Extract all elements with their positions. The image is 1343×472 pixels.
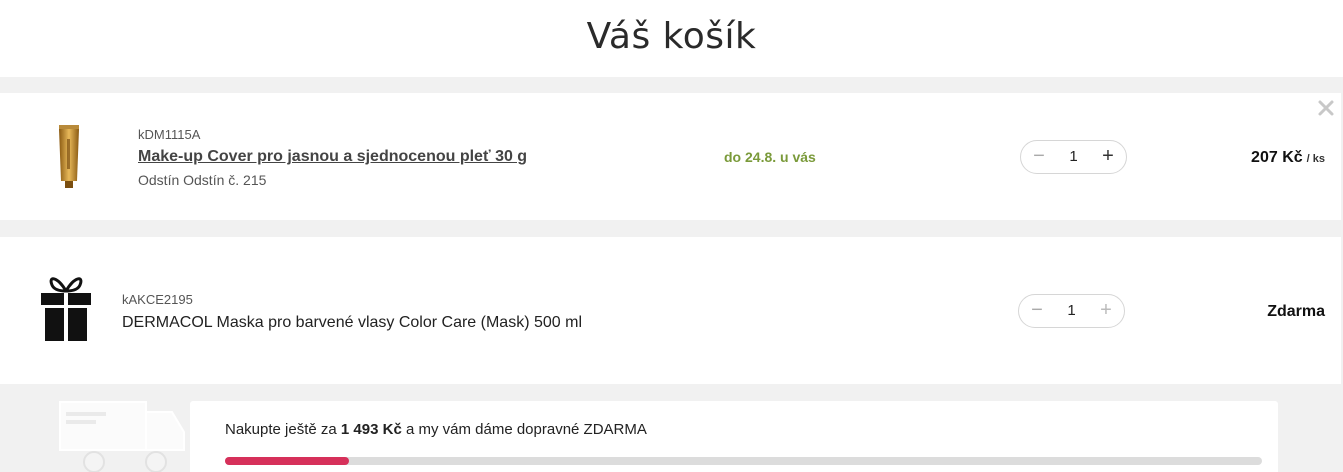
quantity-stepper: − + — [1020, 140, 1127, 174]
page-header: Váš košík — [0, 0, 1343, 77]
cart-item: kAKCE2195 DERMACOL Maska pro barvené vla… — [0, 237, 1341, 384]
progress-track — [225, 457, 1262, 465]
item-price: Zdarma — [1267, 303, 1325, 320]
product-code: kDM1115A — [138, 127, 201, 142]
page-title: Váš košík — [586, 16, 757, 57]
progress-fill — [225, 457, 350, 465]
free-shipping-message: Nakupte ještě za 1 493 Kč a my vám dáme … — [225, 421, 647, 438]
close-icon[interactable] — [1315, 97, 1337, 119]
product-name: DERMACOL Maska pro barvené vlasy Color C… — [122, 314, 582, 331]
cart-item: kDM1115A Make-up Cover pro jasnou a sjed… — [0, 93, 1341, 220]
makeup-tube-image[interactable] — [58, 125, 80, 194]
product-name-link[interactable]: Make-up Cover pro jasnou a sjednocenou p… — [138, 148, 527, 166]
message-prefix: Nakupte ještě za — [225, 421, 341, 438]
increase-button[interactable]: + — [1091, 295, 1121, 327]
free-shipping-progress: Nakupte ještě za 1 493 Kč a my vám dáme … — [190, 401, 1278, 472]
price-unit: / ks — [1306, 153, 1325, 165]
decrease-button[interactable]: − — [1022, 295, 1052, 327]
gift-icon — [40, 273, 92, 348]
item-price: 207 Kč / ks — [1251, 149, 1325, 167]
delivery-date: do 24.8. u vás — [724, 149, 816, 165]
increase-button[interactable]: + — [1093, 141, 1123, 173]
message-suffix: a my vám dáme dopravné ZDARMA — [401, 421, 647, 438]
product-variant: Odstín Odstín č. 215 — [138, 172, 267, 188]
quantity-input[interactable] — [1049, 295, 1094, 327]
truck-icon — [56, 398, 186, 472]
quantity-input[interactable] — [1051, 141, 1096, 173]
remaining-amount: 1 493 Kč — [340, 421, 402, 438]
decrease-button[interactable]: − — [1024, 141, 1054, 173]
quantity-stepper: − + — [1018, 294, 1125, 328]
product-code: kAKCE2195 — [122, 292, 193, 307]
price-value: 207 Kč — [1251, 149, 1303, 166]
